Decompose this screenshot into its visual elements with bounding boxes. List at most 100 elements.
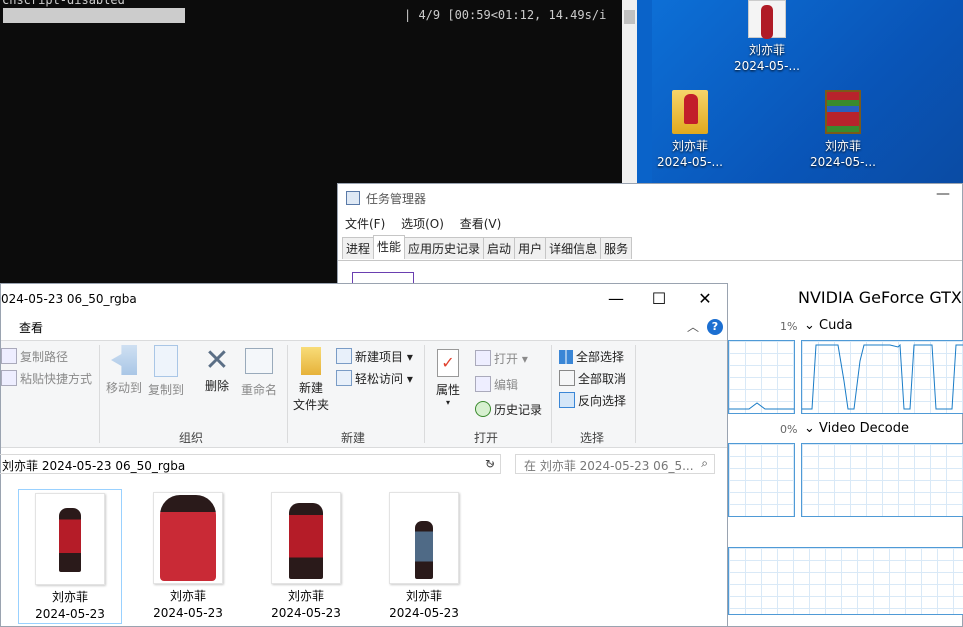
copy-to-button[interactable]: 复制到 (147, 345, 185, 398)
progress-bar (3, 8, 185, 23)
file-item[interactable]: 刘亦菲 2024-05-23 (254, 489, 358, 622)
group-separator (287, 345, 288, 443)
button-label: 复制到 (147, 383, 184, 397)
history-icon (475, 401, 491, 417)
graph-selector[interactable]: ⌄ Video Decode (804, 421, 909, 436)
edit-button[interactable]: 编辑 (475, 376, 518, 393)
group-separator (551, 345, 552, 443)
image-thumbnail (153, 492, 223, 584)
tab-startup[interactable]: 启动 (483, 237, 516, 259)
desktop: 刘亦菲 2024-05-... 刘亦菲 2024-05-... 刘亦菲 2024… (652, 0, 963, 190)
search-input[interactable]: 在 刘亦菲 2024-05-23 06_5... ⌕ (515, 454, 715, 474)
select-all-icon (559, 350, 573, 364)
figure-shape (415, 521, 433, 579)
title-bar[interactable]: 024-05-23 06_50_rgba — ☐ ✕ (1, 284, 727, 314)
window-title: 任务管理器 (346, 190, 426, 207)
tab-services[interactable]: 服务 (600, 237, 633, 259)
invert-selection-button[interactable]: 反向选择 (559, 392, 626, 409)
graph-line (729, 402, 794, 410)
file-item[interactable]: 刘亦菲 2024-05-23 (136, 489, 240, 622)
button-label: 重命名 (240, 383, 277, 397)
delete-icon: ✕ (204, 343, 230, 378)
button-label: 删除 (204, 379, 229, 393)
group-separator (635, 345, 636, 443)
desktop-archive-icon[interactable]: 刘亦菲 2024-05-... (800, 90, 886, 170)
desktop-icon-date: 2024-05-... (734, 59, 800, 73)
menu-options[interactable]: 选项(O) (401, 217, 444, 231)
maximize-button[interactable]: ☐ (647, 288, 671, 310)
graph-selector[interactable]: ⌄ Cuda (804, 318, 853, 333)
menu-view[interactable]: 查看(V) (460, 217, 502, 231)
paste-shortcut-button[interactable]: 粘贴快捷方式 (1, 370, 92, 387)
button-label: 粘贴快捷方式 (20, 372, 93, 386)
new-folder-icon (301, 347, 321, 375)
menu-file[interactable]: 文件(F) (345, 217, 385, 231)
new-folder-button[interactable]: 新建 文件夹 (292, 345, 330, 413)
desktop-icon-name: 刘亦菲 (824, 139, 861, 153)
easy-access-icon (336, 370, 352, 386)
copy-path-icon (1, 348, 17, 364)
winrar-archive-icon (825, 90, 861, 134)
progress-text: | 4/9 [00:59<01:12, 14.49s/i (404, 8, 607, 22)
copy-path-button[interactable]: 复制路径 (1, 348, 68, 365)
window-title: 024-05-23 06_50_rgba (1, 292, 137, 306)
tab-processes[interactable]: 进程 (342, 237, 375, 259)
collapse-ribbon-icon[interactable]: ︿ (687, 318, 699, 335)
desktop-icon-name: 刘亦菲 (671, 139, 708, 153)
graph-percent: 0% (780, 423, 798, 436)
graph-cuda (801, 340, 963, 414)
select-all-button[interactable]: 全部选择 (559, 348, 624, 365)
graph-label: Cuda (819, 318, 853, 333)
chevron-down-icon: ⌄ (804, 421, 815, 436)
image-thumbnail (389, 492, 459, 584)
chevron-down-icon: ▾ (445, 398, 450, 407)
tab-users[interactable]: 用户 (514, 237, 547, 259)
tab-view[interactable]: 查看 (19, 319, 43, 336)
address-bar[interactable]: 刘亦菲 2024-05-23 06_50_rgba ⌄ (0, 454, 501, 474)
address-path: 刘亦菲 2024-05-23 06_50_rgba (2, 459, 186, 473)
desktop-folder-icon[interactable]: 刘亦菲 2024-05-... (647, 90, 733, 170)
image-thumbnail (35, 493, 105, 585)
file-name: 刘亦菲 (169, 589, 206, 603)
button-label: 新建 (298, 381, 323, 395)
graph-copy (728, 443, 795, 517)
tab-app-history[interactable]: 应用历史记录 (404, 237, 485, 259)
minimize-button[interactable]: — (936, 186, 950, 202)
scrollbar-thumb[interactable] (624, 10, 635, 24)
search-placeholder: 在 刘亦菲 2024-05-23 06_5... (524, 459, 694, 473)
help-icon[interactable]: ? (707, 319, 723, 335)
select-none-button[interactable]: 全部取消 (559, 370, 626, 387)
tab-details[interactable]: 详细信息 (545, 237, 602, 259)
new-item-button[interactable]: 新建项目 ▾ (336, 348, 413, 365)
button-label: 轻松访问 (355, 372, 404, 386)
figure-shape (59, 508, 81, 572)
graph-label: Video Decode (819, 421, 909, 436)
file-date: 2024-05-23 (153, 606, 223, 620)
delete-button[interactable]: ✕ 删除 (202, 345, 232, 394)
rename-icon (245, 348, 273, 374)
desktop-icon-name: 刘亦菲 (748, 43, 785, 57)
desktop-file-icon[interactable]: 刘亦菲 2024-05-... (724, 0, 810, 74)
open-button[interactable]: 打开 ▾ (475, 350, 528, 367)
button-label: 属性 (435, 383, 460, 397)
minimize-button[interactable]: — (604, 288, 628, 310)
graph-memory-usage (728, 547, 963, 615)
group-label-organize: 组织 (179, 431, 204, 445)
file-name: 刘亦菲 (51, 590, 88, 604)
file-name: 刘亦菲 (287, 589, 324, 603)
folder-icon (672, 90, 708, 134)
ribbon-tabs: 查看 ︿ ? (1, 314, 727, 340)
tab-performance[interactable]: 性能 (373, 235, 406, 259)
move-to-button[interactable]: 移动到 (106, 345, 142, 396)
easy-access-button[interactable]: 轻松访问 ▾ (336, 370, 413, 387)
rename-button[interactable]: 重命名 (239, 345, 279, 398)
refresh-icon[interactable]: ↻ (485, 457, 495, 471)
close-button[interactable]: ✕ (693, 288, 717, 310)
button-label: 新建项目 (355, 350, 404, 364)
file-item[interactable]: 刘亦菲 2024-05-23 (18, 489, 122, 624)
button-label: 打开 (494, 352, 519, 366)
figure-shape (289, 503, 323, 579)
history-button[interactable]: 历史记录 (475, 401, 542, 418)
properties-button[interactable]: ✓ 属性 ▾ (431, 345, 465, 407)
file-item[interactable]: 刘亦菲 2024-05-23 (372, 489, 476, 622)
